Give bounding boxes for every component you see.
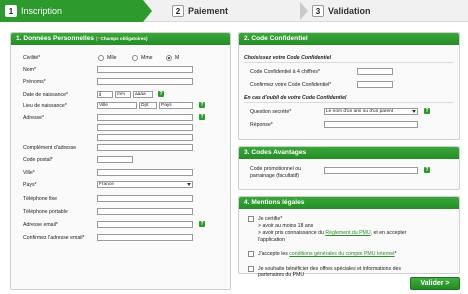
step-paiement: 2 Paiement [172,3,228,19]
dob-month-input[interactable]: mm [115,91,131,98]
adresse-input-2[interactable] [97,124,193,131]
code-input[interactable] [357,68,393,75]
question-value: Le nom d'un ami ou d'un parent [326,109,394,114]
accept-conditions-label: J'accepte les conditions générales du co… [258,251,397,257]
nom-input[interactable] [97,66,193,73]
lieu-dpt-input[interactable]: Dpt [139,102,157,109]
civilite-radio-mlle[interactable] [98,55,104,61]
civilite-label: Civilité* [23,55,41,61]
help-icon[interactable]: ? [199,114,205,120]
conditions-link[interactable]: conditions générales du compte PMU Inter… [289,251,394,257]
submit-button[interactable]: Valider > [410,277,460,290]
email-input[interactable] [97,221,193,228]
step-label: Inscription [21,6,63,16]
divider [244,102,454,103]
email-confirm-input[interactable] [97,234,193,241]
question-select[interactable]: Le nom d'un ami ou d'un parent [324,108,418,115]
tel-portable-input[interactable] [97,208,193,215]
help-icon[interactable]: ? [424,167,430,173]
certify-bullet-age: > avoir au moins 18 ans [258,223,314,229]
panel-title: 4. Mentions légales [239,197,459,209]
code-confirm-input[interactable] [357,81,393,88]
help-icon[interactable]: ? [158,91,164,97]
civilite-option-label: M [175,55,180,61]
complement-label: Complément d'adresse [23,145,77,151]
civilite-radio-mme[interactable] [132,55,138,61]
question-label: Question secrète* [250,109,292,115]
promo-code-input[interactable] [324,167,418,174]
nom-label: Nom* [23,67,36,73]
panel-title: 3. Codes Avantages [239,147,459,159]
step-validation: 3 Validation [312,3,371,19]
help-icon[interactable]: ? [424,108,430,114]
prenoms-input[interactable] [97,78,193,85]
lieu-ville-input[interactable]: Ville [97,102,137,109]
complement-input[interactable] [97,144,193,151]
certify-checkbox[interactable] [248,216,254,222]
step-label: Validation [328,6,371,16]
dob-label: Date de naissance* [23,92,68,98]
civilite-radio-m[interactable] [166,55,172,61]
pays-label: Pays* [23,182,37,188]
reponse-input[interactable] [324,121,418,128]
cp-input[interactable] [97,156,133,163]
help-icon[interactable]: ? [199,221,205,227]
civilite-option-label: Mlle [107,55,117,61]
tel-portable-label: Téléphone portable [23,209,68,215]
adresse-input-1[interactable] [97,114,193,121]
progress-steps: 1 Inscription 2 Paiement 3 Validation [0,0,468,22]
certify-label: Je certifie* [258,216,283,222]
prenoms-label: Prénoms* [23,79,46,85]
email-label: Adresse email* [23,222,58,228]
civilite-option-label: Mme [141,55,153,61]
cp-label: Code postal* [23,157,53,163]
choose-code-heading: Choisissez votre Code Confidentiel [244,55,332,61]
ville-label: Ville* [23,170,35,176]
reglement-link[interactable]: Règlement du PMU [325,230,370,236]
chevron-down-icon [412,110,416,113]
adresse-input-3[interactable] [97,134,193,141]
chevron-down-icon [187,183,191,186]
step-number: 3 [312,5,324,17]
step-arrow-icon [300,2,308,20]
panel-title: 1. Données Personnelles (* Champs obliga… [11,33,230,45]
promo-label-line1: Code promotionnel ou [250,166,302,172]
partner-offers-checkbox[interactable] [248,266,254,272]
lieu-label: Lieu de naissance* [23,103,67,109]
step-number: 2 [172,5,184,17]
divider [244,62,454,63]
tel-fixe-input[interactable] [97,195,193,202]
forget-code-heading: En cas d'oubli de votre Code Confidentie… [244,95,347,101]
help-icon[interactable]: ? [199,102,205,108]
step-inscription: 1 Inscription [0,0,152,22]
step-number: 1 [5,5,17,17]
pays-select[interactable]: France [97,181,193,188]
dob-year-input[interactable]: aaaa [133,91,153,98]
step-label: Paiement [188,6,229,16]
dob-day-input[interactable]: jj [97,91,113,98]
accept-conditions-checkbox[interactable] [248,251,254,257]
tel-fixe-label: Téléphone fixe [23,196,58,202]
lieu-pays-input[interactable]: Pays [159,102,193,109]
promo-label-line2: parrainage (facultatif) [250,173,300,179]
code-label: Code Confidentiel à 4 chiffres* [250,69,320,75]
certify-bullet-rules: > avoir pris connaissance du Règlement d… [258,230,407,236]
partner-offers-label-line2: partenaires du PMU [258,272,305,278]
email-confirm-label: Confirmez l'adresse email* [23,235,85,241]
certify-bullet-rules-cont: l'application [258,237,285,243]
code-confirm-label: Confirmez votre Code Confidentiel* [250,82,332,88]
panel-title: 2. Code Confidentiel [239,33,459,45]
reponse-label: Réponse* [250,122,273,128]
pays-value: France [99,182,114,187]
ville-input[interactable] [97,169,193,176]
adresse-label: Adresse* [23,115,45,121]
